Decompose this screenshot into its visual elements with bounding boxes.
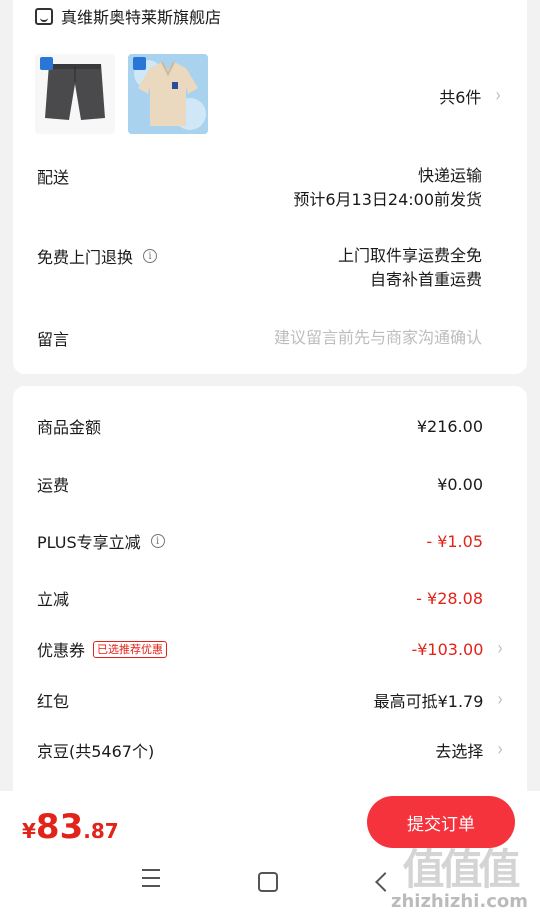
plus-discount-row: PLUS专享立减 i - ¥1.05 — [37, 529, 503, 553]
instant-discount-row: 立减 - ¥28.08 — [37, 586, 503, 610]
info-icon[interactable]: i — [150, 534, 165, 548]
total-integer: 83 — [35, 807, 84, 847]
chevron-right-icon: › — [497, 688, 503, 712]
shipping-fee-value: ¥0.00 — [437, 474, 483, 494]
chevron-right-icon: › — [497, 738, 503, 762]
coupon-label: 优惠券 — [37, 641, 86, 660]
coupon-tag: 已选推荐优惠 — [93, 640, 168, 658]
goods-amount-row: 商品金额 ¥216.00 — [37, 414, 503, 438]
total-price: ¥ 83 .87 — [22, 807, 119, 847]
return-line1: 上门取件享运费全免 — [337, 246, 482, 265]
watermark-small: zhizhizhi.com — [390, 891, 528, 912]
item-count-label: 共6件 — [439, 88, 482, 107]
product-thumbnail-polo[interactable] — [128, 54, 208, 134]
return-label-text: 免费上门退换 — [37, 248, 134, 267]
instant-discount-value: - ¥28.08 — [416, 588, 483, 608]
message-label: 留言 — [37, 326, 69, 350]
jingdou-value: 去选择 — [435, 742, 484, 761]
delivery-label-text: 配送 — [37, 168, 70, 187]
coupon-value: -¥103.00 — [411, 639, 484, 659]
jingdou-label: 京豆(共5467个) — [37, 742, 155, 761]
shipping-fee-row: 运费 ¥0.00 — [37, 472, 503, 496]
return-line2: 自寄补首重运费 — [369, 270, 482, 289]
red-packet-row[interactable]: 红包 最高可抵¥1.79 › — [37, 688, 503, 712]
info-icon[interactable]: i — [143, 249, 158, 263]
message-label-text: 留言 — [37, 330, 70, 349]
return-value: 上门取件享运费全免 自寄补首重运费 — [338, 244, 482, 292]
shop-name: 真维斯奥特莱斯旗舰店 — [61, 8, 222, 27]
shipping-fee-label: 运费 — [37, 476, 70, 495]
chevron-right-icon: › — [497, 637, 503, 661]
watermark: 值值值 zhizhizhi.com — [391, 836, 528, 912]
menu-icon[interactable] — [140, 869, 162, 887]
price-summary-card: 商品金额 ¥216.00 运费 ¥0.00 PLUS专享立减 i - ¥1.05… — [13, 386, 527, 806]
brand-badge-icon — [40, 57, 53, 70]
order-items-card: 真维斯奥特莱斯旗舰店 共6件 › 配送 快递运输 预计6月13日24:00前发货… — [13, 0, 527, 374]
item-count[interactable]: 共6件 › — [439, 84, 501, 108]
shop-icon — [35, 7, 53, 25]
delivery-estimate: 预计6月13日24:00前发货 — [293, 190, 482, 209]
brand-badge-icon — [133, 57, 146, 70]
shop-header[interactable]: 真维斯奥特莱斯旗舰店 — [35, 4, 221, 28]
plus-discount-value: - ¥1.05 — [426, 531, 483, 551]
red-packet-label: 红包 — [37, 692, 70, 711]
instant-discount-label: 立减 — [37, 590, 70, 609]
red-packet-value: 最高可抵¥1.79 — [373, 692, 484, 711]
watermark-big: 值值值 — [402, 845, 520, 894]
goods-amount-value: ¥216.00 — [416, 416, 483, 436]
product-thumbnail-shorts[interactable] — [35, 54, 115, 134]
total-decimal: .87 — [83, 819, 119, 843]
return-label: 免费上门退换 i — [37, 244, 158, 268]
delivery-value[interactable]: 快递运输 预计6月13日24:00前发货 — [293, 164, 482, 212]
message-input[interactable]: 建议留言前先与商家沟通确认 — [274, 326, 482, 350]
home-icon[interactable] — [258, 872, 278, 892]
chevron-right-icon: › — [495, 84, 501, 108]
plus-discount-label: PLUS专享立减 — [37, 533, 141, 552]
message-placeholder: 建议留言前先与商家沟通确认 — [273, 328, 482, 347]
currency-symbol: ¥ — [22, 819, 36, 843]
delivery-method: 快递运输 — [417, 166, 482, 185]
delivery-label: 配送 — [37, 164, 69, 188]
jingdou-row[interactable]: 京豆(共5467个) 去选择 › — [37, 738, 503, 762]
coupon-row[interactable]: 优惠券 已选推荐优惠 -¥103.00 › — [37, 637, 503, 661]
goods-amount-label: 商品金额 — [37, 418, 102, 437]
